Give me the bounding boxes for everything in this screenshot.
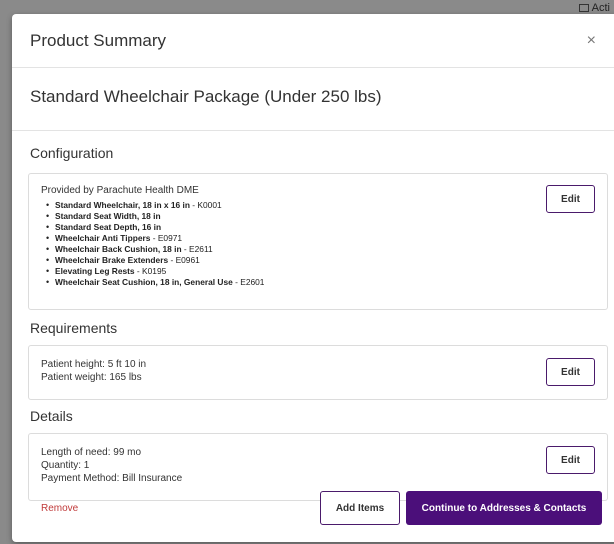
modal-header: Product Summary × — [12, 14, 614, 68]
edit-requirements-button[interactable]: Edit — [546, 358, 595, 386]
list-item: Wheelchair Seat Cushion, 18 in, General … — [41, 277, 595, 288]
patient-weight-text: Patient weight: 165 lbs — [41, 372, 142, 383]
list-item: Wheelchair Back Cushion, 18 in - E2611 — [41, 244, 595, 255]
list-item: Standard Seat Width, 18 in — [41, 211, 595, 222]
modal-title: Product Summary — [30, 30, 167, 50]
monitor-icon — [578, 4, 589, 13]
close-icon[interactable]: × — [583, 28, 600, 54]
requirements-card: Patient height: 5 ft 10 in Patient weigh… — [28, 345, 608, 400]
patient-height-text: Patient height: 5 ft 10 in — [41, 359, 147, 370]
provider-text: Provided by Parachute Health DME — [41, 185, 199, 196]
requirements-heading: Requirements — [30, 320, 118, 336]
product-summary-modal: Product Summary × Standard Wheelchair Pa… — [12, 14, 614, 542]
quantity-text: Quantity: 1 — [41, 460, 90, 471]
list-item: Standard Seat Depth, 16 in — [41, 222, 595, 233]
continue-button[interactable]: Continue to Addresses & Contacts — [406, 491, 602, 525]
list-item: Wheelchair Anti Tippers - E0971 — [41, 233, 595, 244]
remove-link[interactable]: Remove — [41, 503, 78, 514]
list-item: Standard Wheelchair, 18 in x 16 in - K00… — [41, 200, 595, 211]
list-item: Elevating Leg Rests - K0195 — [41, 266, 595, 277]
configuration-card: Provided by Parachute Health DME Standar… — [28, 173, 608, 310]
details-heading: Details — [30, 408, 73, 424]
payment-method-text: Payment Method: Bill Insurance — [41, 473, 183, 484]
configuration-heading: Configuration — [30, 145, 114, 161]
configuration-item-list: Standard Wheelchair, 18 in x 16 in - K00… — [41, 200, 595, 288]
taskbar-text: Acti — [591, 2, 610, 14]
edit-details-button[interactable]: Edit — [546, 446, 595, 474]
edit-configuration-button[interactable]: Edit — [546, 185, 595, 213]
modal-footer: Remove Add Items Continue to Addresses &… — [12, 488, 614, 528]
list-item: Wheelchair Brake Extenders - E0961 — [41, 255, 595, 266]
package-title: Standard Wheelchair Package (Under 250 l… — [12, 68, 614, 131]
add-items-button[interactable]: Add Items — [320, 491, 400, 525]
length-of-need-text: Length of need: 99 mo — [41, 447, 142, 458]
